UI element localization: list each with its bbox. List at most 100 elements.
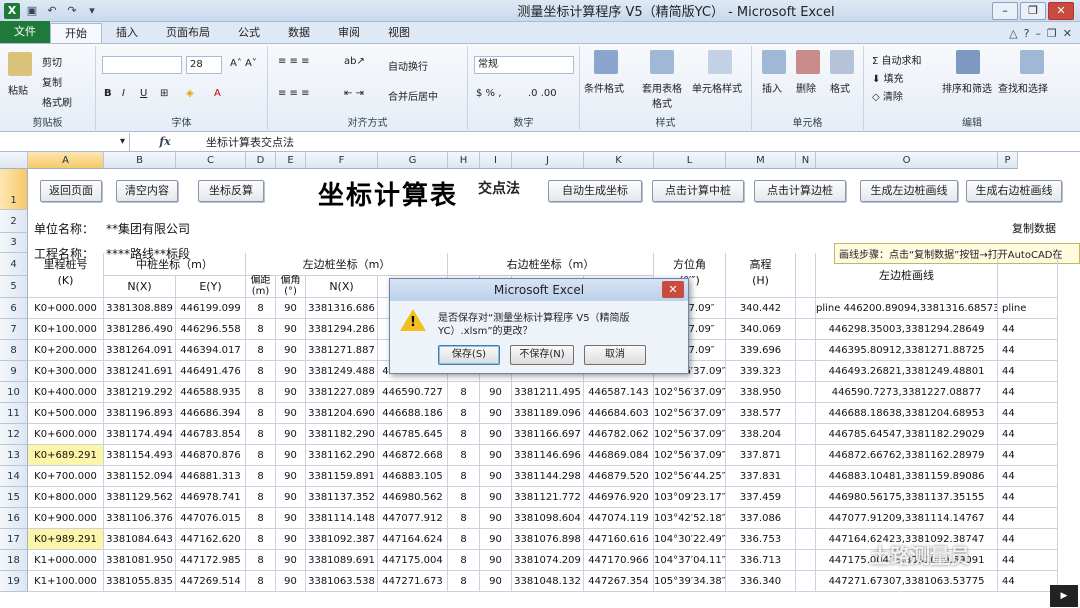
indent-icon[interactable]: ⇤ ⇥ [344,88,364,99]
column-header[interactable]: C [176,152,246,169]
paste-button[interactable]: 粘贴 [8,82,28,97]
orientation-icon[interactable]: ab↗ [344,56,365,67]
table-cell[interactable]: 90 [276,319,306,340]
station-cell[interactable]: K0+600.000 [28,424,104,445]
table-cell[interactable]: 446883.105 [378,466,448,487]
table-cell[interactable]: 336.340 [726,571,796,592]
format-table-button[interactable]: 套用表格格式 [638,80,686,110]
format-table-icon[interactable] [650,50,674,74]
row-header[interactable]: 4 [0,253,28,276]
table-cell[interactable]: 8 [246,445,276,466]
table-cell[interactable]: 90 [276,445,306,466]
table-cell[interactable] [796,424,816,445]
header-cell[interactable] [796,253,816,298]
grow-font-icon[interactable]: A˄ A˅ [230,58,257,69]
table-cell[interactable]: 446783.854 [176,424,246,445]
row-header[interactable]: 9 [0,361,28,382]
table-cell[interactable]: 44 [998,487,1058,508]
table-cell[interactable] [796,445,816,466]
number-format-combo[interactable]: 常规 [474,56,574,74]
table-cell[interactable]: 44 [998,424,1058,445]
table-cell[interactable]: 3381286.490 [104,319,176,340]
table-cell[interactable]: 3381294.286 [306,319,378,340]
table-cell[interactable]: 90 [276,466,306,487]
table-cell[interactable]: 90 [480,508,512,529]
table-cell[interactable]: 90 [480,571,512,592]
conditional-format-button[interactable]: 条件格式 [584,80,624,95]
column-header[interactable]: B [104,152,176,169]
table-cell[interactable]: 44 [998,445,1058,466]
table-cell[interactable]: 3381084.643 [104,529,176,550]
format-cells-icon[interactable] [830,50,854,74]
autosum-button[interactable]: Σ 自动求和 [872,52,922,67]
table-cell[interactable]: 90 [480,424,512,445]
header-right-coord[interactable]: 右边桩坐标（m） [448,253,654,276]
column-header[interactable]: E [276,152,306,169]
window-restore-icon[interactable]: ❐ [1047,27,1057,40]
tab-data[interactable]: 数据 [274,23,324,43]
table-cell[interactable]: 3381182.290 [306,424,378,445]
underline-button[interactable]: U [140,88,147,99]
help-icon[interactable]: ? [1024,27,1030,40]
table-cell[interactable]: 446980.56175,3381137.35155 [816,487,998,508]
table-cell[interactable]: 90 [276,298,306,319]
tab-home[interactable]: 开始 [50,23,102,43]
table-cell[interactable]: 447269.514 [176,571,246,592]
table-cell[interactable]: 8 [246,382,276,403]
font-name-combo[interactable] [102,56,182,74]
station-cell[interactable]: K0+900.000 [28,508,104,529]
table-cell[interactable]: 102°56′37.09″ [654,424,726,445]
cell-styles-icon[interactable] [708,50,732,74]
fill-button[interactable]: ⬇ 填充 [872,70,904,85]
header-left-coord[interactable]: 左边桩坐标（m） [246,253,448,276]
column-header[interactable]: N [796,152,816,169]
station-cell[interactable]: K0+100.000 [28,319,104,340]
station-cell[interactable]: K0+500.000 [28,403,104,424]
station-cell[interactable]: K1+100.000 [28,571,104,592]
table-cell[interactable]: 3381114.148 [306,508,378,529]
table-cell[interactable]: 8 [246,508,276,529]
table-cell[interactable]: 447074.119 [584,508,654,529]
table-cell[interactable]: 3381055.835 [104,571,176,592]
table-cell[interactable] [796,319,816,340]
table-cell[interactable]: 3381137.352 [306,487,378,508]
table-cell[interactable]: 337.086 [726,508,796,529]
table-cell[interactable]: 3381189.096 [512,403,584,424]
table-cell[interactable]: 90 [276,382,306,403]
table-cell[interactable]: 3381144.298 [512,466,584,487]
column-header[interactable]: A [28,152,104,169]
sort-filter-icon[interactable] [956,50,980,74]
table-cell[interactable]: 3381196.893 [104,403,176,424]
table-cell[interactable]: 8 [448,424,480,445]
column-header[interactable]: J [512,152,584,169]
table-cell[interactable]: 3381162.290 [306,445,378,466]
bold-button[interactable]: B [104,88,112,99]
align-top-icon[interactable]: ≡ ≡ ≡ [278,56,310,67]
table-cell[interactable]: 446199.099 [176,298,246,319]
table-cell[interactable]: 3381129.562 [104,487,176,508]
table-cell[interactable]: 102°56′44.25″ [654,466,726,487]
table-cell[interactable]: 3381154.493 [104,445,176,466]
back-page-button[interactable]: 返回页面 [40,180,102,202]
table-cell[interactable]: 446870.876 [176,445,246,466]
window-minimize-icon[interactable]: – [1035,27,1041,40]
right-line-button[interactable]: 生成右边桩画线 [966,180,1062,202]
table-cell[interactable]: 44 [998,340,1058,361]
table-cell[interactable]: 44 [998,403,1058,424]
row-header[interactable]: 7 [0,319,28,340]
table-cell[interactable]: 8 [246,487,276,508]
table-cell[interactable]: 446785.645 [378,424,448,445]
table-cell[interactable]: 446684.603 [584,403,654,424]
window-close-icon[interactable]: ✕ [1063,27,1072,40]
table-cell[interactable]: 3381092.387 [306,529,378,550]
table-cell[interactable]: 3381106.376 [104,508,176,529]
table-cell[interactable]: 446298.35003,3381294.28649 [816,319,998,340]
table-cell[interactable]: 446976.920 [584,487,654,508]
table-cell[interactable]: 44 [998,361,1058,382]
table-cell[interactable] [796,361,816,382]
table-cell[interactable]: 3381146.696 [512,445,584,466]
row-header[interactable]: 19 [0,571,28,592]
table-cell[interactable]: 446879.520 [584,466,654,487]
table-cell[interactable]: 90 [276,508,306,529]
table-cell[interactable]: 447160.616 [584,529,654,550]
